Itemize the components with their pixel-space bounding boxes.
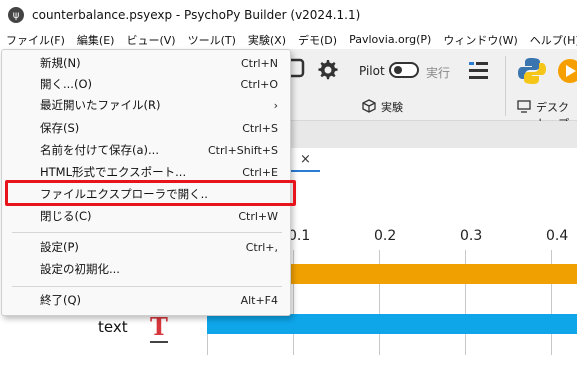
menu-item-open[interactable]: 開く...(O) Ctrl+O — [10, 74, 284, 94]
menu-item-shortcut: Ctrl+O — [240, 77, 278, 91]
menu-experiment[interactable]: 実験(X) — [242, 32, 292, 48]
component-duration-bar[interactable] — [207, 314, 577, 334]
menu-item-label: 設定(P) — [40, 240, 79, 254]
cube-icon — [362, 99, 376, 113]
text-component-icon[interactable]: T — [150, 312, 168, 343]
menu-item-label: 開く...(O) — [40, 77, 92, 91]
timeline-tick: 0.2 — [374, 228, 397, 244]
menu-item-shortcut: Ctrl+N — [240, 56, 278, 70]
menu-item-label: 保存(S) — [40, 121, 80, 135]
menu-help[interactable]: ヘルプ(H) — [524, 32, 577, 48]
sort-list-icon[interactable] — [467, 59, 491, 81]
run-label: 実行 — [426, 66, 451, 80]
menu-window[interactable]: ウィンドウ(W) — [437, 32, 523, 48]
experiment-section-label: 実験 — [381, 101, 403, 114]
menu-item-shortcut: Ctrl+S — [242, 121, 278, 135]
menu-tools[interactable]: ツール(T) — [182, 32, 242, 48]
pilot-label: Pilot — [359, 64, 385, 78]
menu-item-shortcut: Ctrl+E — [242, 165, 278, 179]
run-experiment-icon[interactable] — [557, 58, 577, 84]
menu-item-label: 閉じる(C) — [40, 209, 92, 223]
highlight-annotation-box — [5, 180, 296, 206]
close-tab-icon[interactable]: × — [300, 152, 311, 167]
menu-item-quit[interactable]: 終了(Q) Alt+F4 — [10, 290, 284, 310]
menu-item-label: 名前を付けて保存(a)... — [40, 143, 159, 157]
menu-separator — [12, 286, 282, 287]
menu-item-save-as[interactable]: 名前を付けて保存(a)... Ctrl+Shift+S — [10, 140, 284, 160]
menu-item-save[interactable]: 保存(S) Ctrl+S — [10, 118, 284, 138]
menu-separator — [12, 232, 282, 233]
menu-item-label: HTML形式でエクスポート... — [40, 165, 187, 179]
python-icon[interactable] — [517, 56, 547, 86]
menu-demos[interactable]: デモ(D) — [292, 32, 343, 48]
menu-item-recent-files[interactable]: 最近開いたファイル(R) › — [10, 95, 284, 115]
menu-file[interactable]: ファイル(F) — [0, 32, 71, 48]
menu-item-shortcut: Ctrl+W — [238, 209, 278, 223]
menu-item-shortcut: Ctrl+, — [245, 240, 278, 254]
menu-item-label: 設定の初期化... — [40, 262, 120, 276]
pilot-run-toggle[interactable] — [389, 62, 419, 78]
menu-pavlovia[interactable]: Pavlovia.org(P) — [343, 33, 437, 46]
window-title: counterbalance.psyexp - PsychoPy Builder… — [32, 8, 361, 22]
menu-item-new[interactable]: 新規(N) Ctrl+N — [10, 53, 284, 73]
menu-item-label: 終了(Q) — [40, 293, 82, 307]
component-name-label[interactable]: text — [98, 318, 128, 336]
menu-item-export-html[interactable]: HTML形式でエクスポート... Ctrl+E — [10, 162, 284, 182]
menu-bar: ファイル(F) 編集(E) ビュー(V) ツール(T) 実験(X) デモ(D) … — [0, 30, 577, 49]
toolbar-divider — [505, 56, 506, 116]
submenu-arrow-icon: › — [273, 98, 278, 112]
menu-item-reset-preferences[interactable]: 設定の初期化... — [10, 259, 284, 279]
menu-item-close[interactable]: 閉じる(C) Ctrl+W — [10, 206, 284, 226]
timeline-tick: 0.1 — [288, 228, 311, 244]
menu-edit[interactable]: 編集(E) — [71, 32, 121, 48]
desktop-icon — [517, 100, 531, 113]
title-bar: ψ counterbalance.psyexp - PsychoPy Build… — [0, 0, 577, 30]
routine-tab-strip — [290, 121, 577, 148]
menu-item-label: 新規(N) — [40, 56, 81, 70]
menu-item-preferences[interactable]: 設定(P) Ctrl+, — [10, 237, 284, 257]
monitor-icon[interactable] — [291, 58, 307, 80]
menu-view[interactable]: ビュー(V) — [120, 32, 181, 48]
timeline-tick: 0.3 — [460, 228, 483, 244]
menu-item-shortcut: Ctrl+Shift+S — [208, 143, 278, 157]
timeline-tick: 0.4 — [546, 228, 569, 244]
menu-item-shortcut: Alt+F4 — [240, 293, 278, 307]
menu-item-label: 最近開いたファイル(R) — [40, 98, 161, 112]
gear-icon[interactable] — [315, 58, 339, 82]
psychopy-app-icon: ψ — [8, 7, 24, 23]
